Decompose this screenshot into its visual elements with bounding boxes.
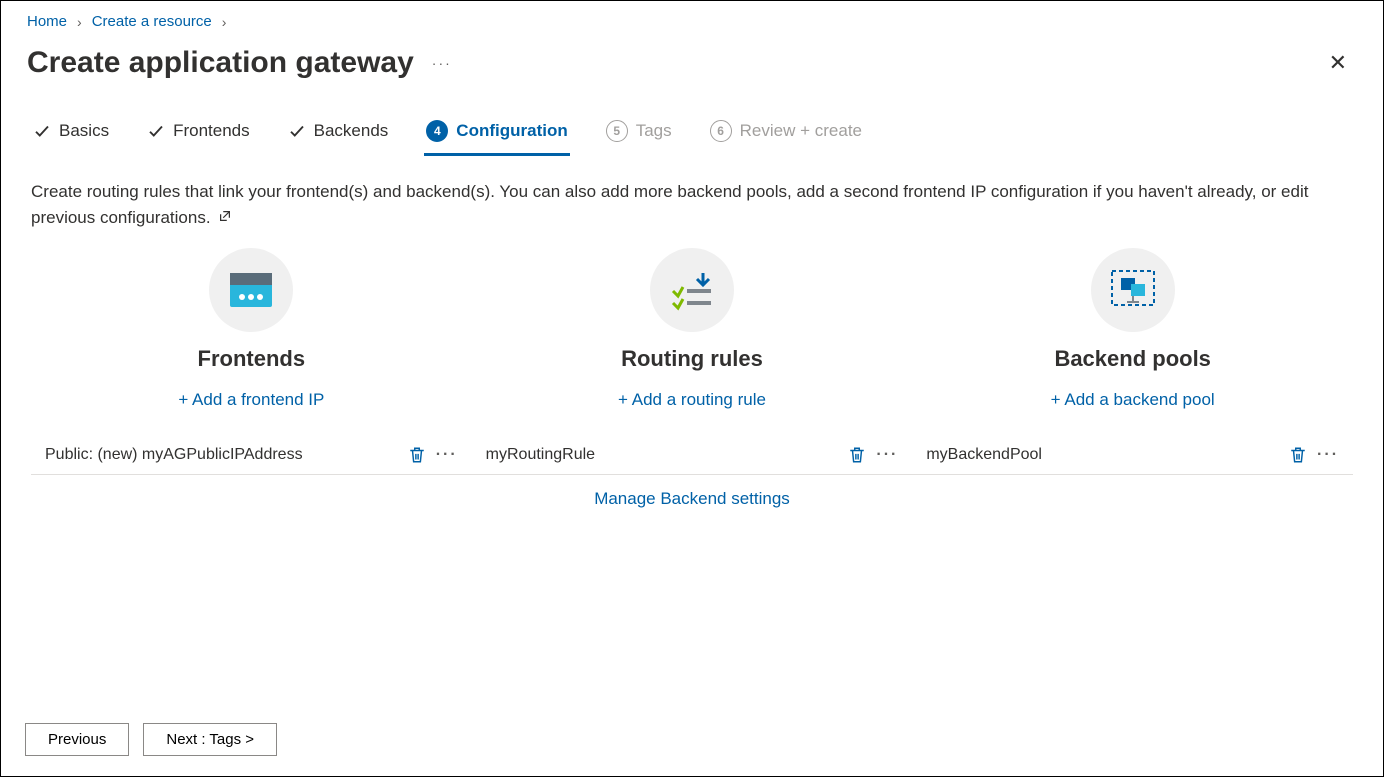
step-number-badge: 6 (710, 120, 732, 142)
description-text: Create routing rules that link your fron… (1, 157, 1383, 242)
frontend-item-row[interactable]: Public: (new) myAGPublicIPAddress ··· (31, 436, 472, 475)
column-title: Routing rules (621, 346, 763, 372)
manage-backend-settings-link[interactable]: Manage Backend settings (594, 489, 790, 508)
previous-button[interactable]: Previous (25, 723, 129, 756)
check-icon (288, 122, 306, 140)
next-button[interactable]: Next : Tags > (143, 723, 277, 756)
breadcrumb-home[interactable]: Home (27, 13, 67, 30)
page-title: Create application gateway (27, 46, 414, 80)
add-routing-rule-link[interactable]: + Add a routing rule (618, 390, 766, 410)
external-link-icon[interactable] (215, 209, 232, 223)
column-title: Frontends (198, 346, 306, 372)
backend-pool-item-label: myBackendPool (926, 446, 1042, 464)
tab-configuration[interactable]: 4 Configuration (424, 112, 569, 156)
add-frontend-ip-link[interactable]: + Add a frontend IP (178, 390, 324, 410)
tab-label: Basics (59, 121, 109, 141)
check-icon (147, 122, 165, 140)
breadcrumb: Home › Create a resource › (1, 1, 1383, 36)
delete-icon[interactable] (408, 446, 426, 464)
tab-label: Review + create (740, 121, 862, 141)
column-frontends: Frontends + Add a frontend IP Public: (n… (31, 248, 472, 509)
column-title: Backend pools (1054, 346, 1210, 372)
configuration-columns: Frontends + Add a frontend IP Public: (n… (1, 242, 1383, 509)
tab-tags[interactable]: 5 Tags (604, 112, 674, 156)
tab-backends[interactable]: Backends (286, 113, 391, 155)
more-icon[interactable]: ··· (876, 446, 898, 464)
more-icon[interactable]: ··· (436, 446, 458, 464)
routing-rule-item-label: myRoutingRule (486, 446, 595, 464)
backend-pools-icon (1091, 248, 1175, 332)
tab-basics[interactable]: Basics (31, 113, 111, 155)
routing-rules-icon (650, 248, 734, 332)
tab-label: Tags (636, 121, 672, 141)
frontends-icon (209, 248, 293, 332)
page-header: Create application gateway ··· ✕ (1, 36, 1383, 112)
step-number-badge: 5 (606, 120, 628, 142)
wizard-tabs: Basics Frontends Backends 4 Configuratio… (1, 112, 1383, 157)
step-number-badge: 4 (426, 120, 448, 142)
column-routing-rules: Routing rules + Add a routing rule myRou… (472, 248, 913, 509)
delete-icon[interactable] (848, 446, 866, 464)
more-icon[interactable]: ··· (1317, 446, 1339, 464)
close-icon[interactable]: ✕ (1319, 44, 1357, 82)
breadcrumb-create-resource[interactable]: Create a resource (92, 13, 212, 30)
wizard-footer: Previous Next : Tags > (1, 703, 1383, 776)
frontend-item-label: Public: (new) myAGPublicIPAddress (45, 446, 303, 464)
tab-review-create[interactable]: 6 Review + create (708, 112, 864, 156)
chevron-right-icon: › (77, 14, 82, 30)
tab-label: Configuration (456, 121, 567, 141)
chevron-right-icon: › (222, 14, 227, 30)
delete-icon[interactable] (1289, 446, 1307, 464)
routing-rule-item-row[interactable]: myRoutingRule ··· (472, 436, 913, 475)
tab-label: Frontends (173, 121, 250, 141)
backend-pool-item-row[interactable]: myBackendPool ··· (912, 436, 1353, 475)
tab-frontends[interactable]: Frontends (145, 113, 252, 155)
tab-label: Backends (314, 121, 389, 141)
ellipsis-icon[interactable]: ··· (432, 55, 452, 71)
column-backend-pools: Backend pools + Add a backend pool myBac… (912, 248, 1353, 509)
add-backend-pool-link[interactable]: + Add a backend pool (1051, 390, 1215, 410)
check-icon (33, 122, 51, 140)
